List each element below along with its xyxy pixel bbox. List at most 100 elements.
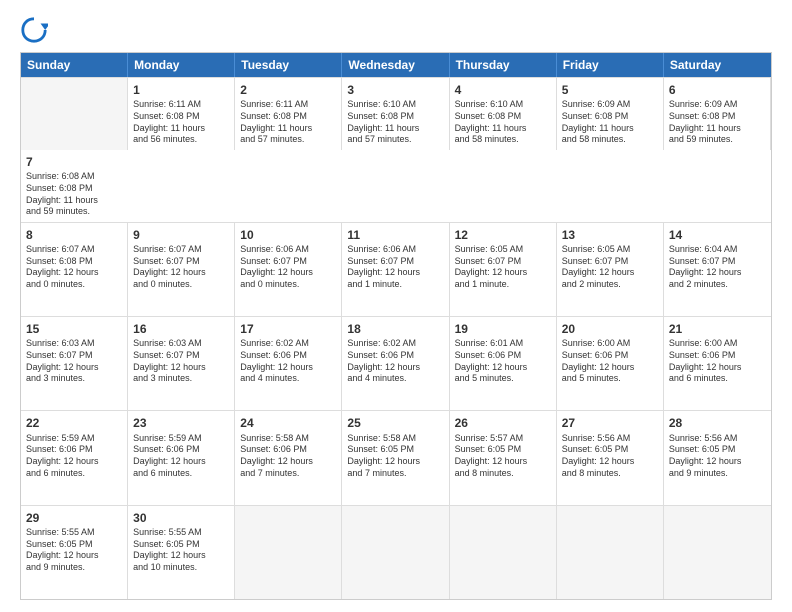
day-number: 29 xyxy=(26,510,122,526)
week-row-1: 8Sunrise: 6:07 AM Sunset: 6:08 PM Daylig… xyxy=(21,222,771,316)
header-day-friday: Friday xyxy=(557,53,664,77)
day-number: 6 xyxy=(669,82,765,98)
cell-info: Sunrise: 5:59 AM Sunset: 6:06 PM Dayligh… xyxy=(133,433,229,480)
day-number: 1 xyxy=(133,82,229,98)
cell-info: Sunrise: 6:07 AM Sunset: 6:07 PM Dayligh… xyxy=(133,244,229,291)
day-number: 10 xyxy=(240,227,336,243)
empty-cell xyxy=(21,78,128,150)
day-cell-12: 12Sunrise: 6:05 AM Sunset: 6:07 PM Dayli… xyxy=(450,223,557,316)
day-cell-23: 23 Sunrise: 5:59 AM Sunset: 6:06 PM Dayli… xyxy=(128,411,235,504)
cell-info: Sunrise: 5:55 AM Sunset: 6:05 PM Dayligh… xyxy=(133,527,229,574)
cell-info: Sunrise: 6:05 AM Sunset: 6:07 PM Dayligh… xyxy=(455,244,551,291)
page: SundayMondayTuesdayWednesdayThursdayFrid… xyxy=(0,0,792,612)
cell-info: Sunrise: 5:56 AM Sunset: 6:05 PM Dayligh… xyxy=(562,433,658,480)
cell-info: Sunrise: 6:02 AM Sunset: 6:06 PM Dayligh… xyxy=(240,338,336,385)
day-cell-27: 27Sunrise: 5:56 AM Sunset: 6:05 PM Dayli… xyxy=(557,411,664,504)
day-cell-24: 24 Sunrise: 5:58 AM Sunset: 6:06 PM Dayli… xyxy=(235,411,342,504)
day-number: 5 xyxy=(562,82,658,98)
day-number: 20 xyxy=(562,321,658,337)
empty-cell xyxy=(664,506,771,599)
day-cell-17: 17Sunrise: 6:02 AM Sunset: 6:06 PM Dayli… xyxy=(235,317,342,410)
empty-cell xyxy=(557,506,664,599)
cell-info: Sunrise: 6:01 AM Sunset: 6:06 PM Dayligh… xyxy=(455,338,551,385)
week-row-0: 1Sunrise: 6:11 AM Sunset: 6:08 PM Daylig… xyxy=(21,77,771,222)
day-cell-30: 30Sunrise: 5:55 AM Sunset: 6:05 PM Dayli… xyxy=(128,506,235,599)
day-number: 9 xyxy=(133,227,229,243)
cell-info: Sunrise: 6:09 AM Sunset: 6:08 PM Dayligh… xyxy=(669,99,765,146)
day-cell-2: 2Sunrise: 6:11 AM Sunset: 6:08 PM Daylig… xyxy=(235,78,342,150)
header-day-thursday: Thursday xyxy=(450,53,557,77)
cell-info: Sunrise: 5:58 AM Sunset: 6:05 PM Dayligh… xyxy=(347,433,443,480)
day-number: 24 xyxy=(240,415,336,431)
day-number: 2 xyxy=(240,82,336,98)
day-number: 28 xyxy=(669,415,766,431)
day-cell-29: 29Sunrise: 5:55 AM Sunset: 6:05 PM Dayli… xyxy=(21,506,128,599)
cell-info: Sunrise: 6:00 AM Sunset: 6:06 PM Dayligh… xyxy=(562,338,658,385)
day-number: 11 xyxy=(347,227,443,243)
header-day-tuesday: Tuesday xyxy=(235,53,342,77)
cell-info: Sunrise: 6:11 AM Sunset: 6:08 PM Dayligh… xyxy=(133,99,229,146)
cell-info: Sunrise: 5:57 AM Sunset: 6:05 PM Dayligh… xyxy=(455,433,551,480)
day-cell-14: 14Sunrise: 6:04 AM Sunset: 6:07 PM Dayli… xyxy=(664,223,771,316)
day-cell-3: 3Sunrise: 6:10 AM Sunset: 6:08 PM Daylig… xyxy=(342,78,449,150)
cell-info: Sunrise: 6:08 AM Sunset: 6:08 PM Dayligh… xyxy=(26,171,123,218)
day-cell-26: 26 Sunrise: 5:57 AM Sunset: 6:05 PM Dayli… xyxy=(450,411,557,504)
cell-info: Sunrise: 5:58 AM Sunset: 6:06 PM Dayligh… xyxy=(240,433,336,480)
cell-info: Sunrise: 6:06 AM Sunset: 6:07 PM Dayligh… xyxy=(347,244,443,291)
cell-info: Sunrise: 5:55 AM Sunset: 6:05 PM Dayligh… xyxy=(26,527,122,574)
day-number: 14 xyxy=(669,227,766,243)
cell-info: Sunrise: 6:00 AM Sunset: 6:06 PM Dayligh… xyxy=(669,338,766,385)
calendar: SundayMondayTuesdayWednesdayThursdayFrid… xyxy=(20,52,772,600)
day-number: 19 xyxy=(455,321,551,337)
day-number: 30 xyxy=(133,510,229,526)
logo xyxy=(20,16,52,44)
day-number: 13 xyxy=(562,227,658,243)
empty-cell xyxy=(450,506,557,599)
day-number: 18 xyxy=(347,321,443,337)
cell-info: Sunrise: 6:04 AM Sunset: 6:07 PM Dayligh… xyxy=(669,244,766,291)
day-cell-11: 11Sunrise: 6:06 AM Sunset: 6:07 PM Dayli… xyxy=(342,223,449,316)
empty-cell xyxy=(342,506,449,599)
week-row-3: 22 Sunrise: 5:59 AM Sunset: 6:06 PM Dayli… xyxy=(21,410,771,504)
day-number: 8 xyxy=(26,227,122,243)
day-number: 17 xyxy=(240,321,336,337)
day-number: 23 xyxy=(133,415,229,431)
empty-cell xyxy=(235,506,342,599)
day-cell-20: 20Sunrise: 6:00 AM Sunset: 6:06 PM Dayli… xyxy=(557,317,664,410)
week-row-4: 29Sunrise: 5:55 AM Sunset: 6:05 PM Dayli… xyxy=(21,505,771,599)
day-number: 4 xyxy=(455,82,551,98)
day-cell-4: 4Sunrise: 6:10 AM Sunset: 6:08 PM Daylig… xyxy=(450,78,557,150)
day-cell-5: 5Sunrise: 6:09 AM Sunset: 6:08 PM Daylig… xyxy=(557,78,664,150)
cell-info: Sunrise: 6:03 AM Sunset: 6:07 PM Dayligh… xyxy=(26,338,122,385)
day-number: 22 xyxy=(26,415,122,431)
day-number: 15 xyxy=(26,321,122,337)
day-cell-18: 18Sunrise: 6:02 AM Sunset: 6:06 PM Dayli… xyxy=(342,317,449,410)
cell-info: Sunrise: 6:02 AM Sunset: 6:06 PM Dayligh… xyxy=(347,338,443,385)
day-cell-10: 10Sunrise: 6:06 AM Sunset: 6:07 PM Dayli… xyxy=(235,223,342,316)
day-cell-1: 1Sunrise: 6:11 AM Sunset: 6:08 PM Daylig… xyxy=(128,78,235,150)
header-day-monday: Monday xyxy=(128,53,235,77)
day-number: 25 xyxy=(347,415,443,431)
cell-info: Sunrise: 6:11 AM Sunset: 6:08 PM Dayligh… xyxy=(240,99,336,146)
day-cell-15: 15Sunrise: 6:03 AM Sunset: 6:07 PM Dayli… xyxy=(21,317,128,410)
day-cell-21: 21Sunrise: 6:00 AM Sunset: 6:06 PM Dayli… xyxy=(664,317,771,410)
day-cell-16: 16Sunrise: 6:03 AM Sunset: 6:07 PM Dayli… xyxy=(128,317,235,410)
cell-info: Sunrise: 6:03 AM Sunset: 6:07 PM Dayligh… xyxy=(133,338,229,385)
cell-info: Sunrise: 5:56 AM Sunset: 6:05 PM Dayligh… xyxy=(669,433,766,480)
day-number: 21 xyxy=(669,321,766,337)
header-day-sunday: Sunday xyxy=(21,53,128,77)
day-cell-22: 22Sunrise: 5:59 AM Sunset: 6:06 PM Dayli… xyxy=(21,411,128,504)
header xyxy=(20,16,772,44)
day-number: 3 xyxy=(347,82,443,98)
day-cell-28: 28 Sunrise: 5:56 AM Sunset: 6:05 PM Dayli… xyxy=(664,411,771,504)
cell-info: Sunrise: 6:05 AM Sunset: 6:07 PM Dayligh… xyxy=(562,244,658,291)
day-cell-8: 8Sunrise: 6:07 AM Sunset: 6:08 PM Daylig… xyxy=(21,223,128,316)
calendar-body: 1Sunrise: 6:11 AM Sunset: 6:08 PM Daylig… xyxy=(21,77,771,599)
day-cell-9: 9Sunrise: 6:07 AM Sunset: 6:07 PM Daylig… xyxy=(128,223,235,316)
day-number: 26 xyxy=(455,415,551,431)
day-cell-6: 6Sunrise: 6:09 AM Sunset: 6:08 PM Daylig… xyxy=(664,78,771,150)
header-day-wednesday: Wednesday xyxy=(342,53,449,77)
day-number: 16 xyxy=(133,321,229,337)
logo-icon xyxy=(20,16,48,44)
cell-info: Sunrise: 6:06 AM Sunset: 6:07 PM Dayligh… xyxy=(240,244,336,291)
